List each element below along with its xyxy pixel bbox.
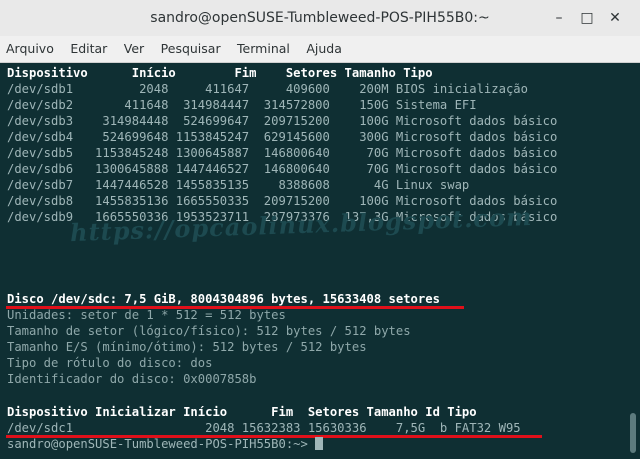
shell-prompt[interactable]: sandro@openSUSE-Tumbleweed-POS-PIH55B0:~… <box>7 436 324 452</box>
disk-info-line: Tamanho de setor (lógico/físico): 512 by… <box>7 324 411 338</box>
scrollbar-thumb[interactable] <box>630 413 636 453</box>
text-cursor <box>315 437 324 450</box>
partition-table-header: Dispositivo Início Fim Setores Tamanho T… <box>7 66 433 80</box>
disk-header: Disco /dev/sdc: 7,5 GiB, 8004304896 byte… <box>7 292 440 306</box>
disk-info-line: Tipo de rótulo do disco: dos <box>7 356 213 370</box>
menu-editar[interactable]: Editar <box>64 36 113 56</box>
partition-row: /dev/sdb7 1447446528 1455835135 8388608 … <box>7 178 470 192</box>
menu-pesquisar[interactable]: Pesquisar <box>155 36 227 56</box>
partition-row: /dev/sdb2 411648 314984447 314572800 150… <box>7 98 477 112</box>
disk-info-line: Tamanho E/S (mínimo/ótimo): 512 bytes / … <box>7 340 367 354</box>
maximize-icon[interactable]: □ <box>578 9 596 27</box>
menu-terminal[interactable]: Terminal <box>231 36 296 56</box>
partition-row: /dev/sdb4 524699648 1153845247 629145600… <box>7 130 558 144</box>
close-icon[interactable]: ✕ <box>606 9 624 27</box>
partition-row: /dev/sdb5 1153845248 1300645887 14680064… <box>7 146 558 160</box>
menu-bar: Arquivo Editar Ver Pesquisar Terminal Aj… <box>0 36 640 63</box>
scrollbar[interactable] <box>626 63 640 459</box>
sdc-partition-row: /dev/sdc1 2048 15632383 15630336 7,5G b … <box>7 421 521 435</box>
menu-ajuda[interactable]: Ajuda <box>300 36 348 56</box>
window-title: sandro@openSUSE-Tumbleweed-POS-PIH55B0:~ <box>150 10 490 26</box>
terminal-window: sandro@openSUSE-Tumbleweed-POS-PIH55B0:~… <box>0 0 640 459</box>
sdc-table-header: Dispositivo Inicializar Início Fim Setor… <box>7 405 477 419</box>
partition-row: /dev/sdb1 2048 411647 409600 200M BIOS i… <box>7 82 528 96</box>
menu-ver[interactable]: Ver <box>118 36 150 56</box>
disk-info-line: Identificador do disco: 0x0007858b <box>7 372 257 386</box>
partition-row: /dev/sdb3 314984448 524699647 209715200 … <box>7 114 558 128</box>
title-bar[interactable]: sandro@openSUSE-Tumbleweed-POS-PIH55B0:~… <box>0 0 640 37</box>
disk-info-line: Unidades: setor de 1 * 512 = 512 bytes <box>7 308 286 322</box>
minimize-icon[interactable]: – <box>550 9 568 27</box>
menu-arquivo[interactable]: Arquivo <box>0 36 60 56</box>
partition-row: /dev/sdb6 1300645888 1447446527 14680064… <box>7 162 558 176</box>
prompt-text: sandro@openSUSE-Tumbleweed-POS-PIH55B0:~… <box>7 437 316 451</box>
terminal-output[interactable]: Dispositivo Início Fim Setores Tamanho T… <box>0 63 626 459</box>
